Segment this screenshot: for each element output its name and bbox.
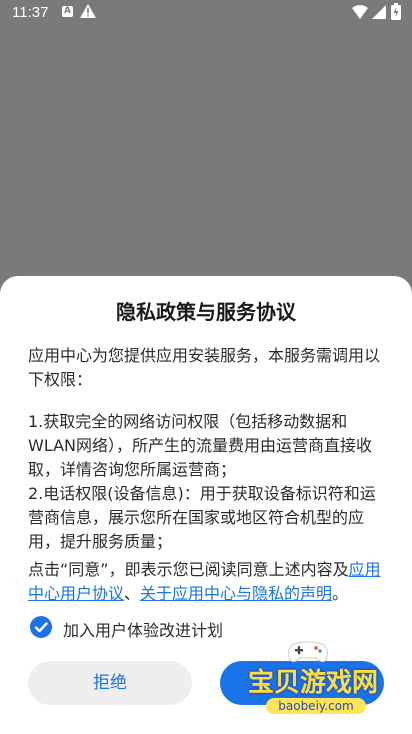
watermark-logo: 宝贝游戏网 baobeiy.com xyxy=(228,640,388,722)
experience-plan-checkbox[interactable] xyxy=(30,616,52,638)
warning-icon xyxy=(80,4,96,18)
permissions-list: 1.获取完全的网络访问权限（包括移动数据和WLAN网络），所产生的流量费用由运营… xyxy=(28,410,386,554)
status-time: 11:37 xyxy=(12,4,49,21)
status-bar: 11:37 A xyxy=(0,0,412,26)
battery-icon xyxy=(391,3,401,20)
consent-text: 点击“同意”，即表示您已阅读同意上述内容及应用中心用户协议、关于应用中心与隐私的… xyxy=(28,558,388,606)
consent-suffix: 。 xyxy=(332,584,349,603)
dialog-title: 隐私政策与服务协议 xyxy=(116,300,296,324)
watermark-url: baobeiy.com xyxy=(266,698,366,714)
consent-separator: 、 xyxy=(124,584,141,603)
checkmark-icon xyxy=(34,622,48,633)
watermark-text: 宝贝游戏网 xyxy=(247,668,378,698)
wifi-icon xyxy=(352,5,368,19)
privacy-statement-link[interactable]: 关于应用中心与隐私的声明 xyxy=(140,584,332,603)
app-a-icon: A xyxy=(62,6,73,17)
permission-network: 1.获取完全的网络访问权限（包括移动数据和WLAN网络），所产生的流量费用由运营… xyxy=(28,412,373,479)
signal-icon xyxy=(372,5,386,19)
permissions-intro: 应用中心为您提供应用安装服务，本服务需调用以下权限： xyxy=(28,346,381,389)
reject-button[interactable]: 拒绝 xyxy=(28,661,192,705)
experience-plan-label: 加入用户体验改进计划 xyxy=(63,621,224,640)
gamepad-icon xyxy=(288,641,328,663)
consent-prefix: 点击“同意”，即表示您已阅读同意上述内容及 xyxy=(28,560,349,579)
permission-phone: 2.电话权限(设备信息)：用于获取设备标识符和运营商信息，展示您所在国家或地区符… xyxy=(28,484,376,551)
